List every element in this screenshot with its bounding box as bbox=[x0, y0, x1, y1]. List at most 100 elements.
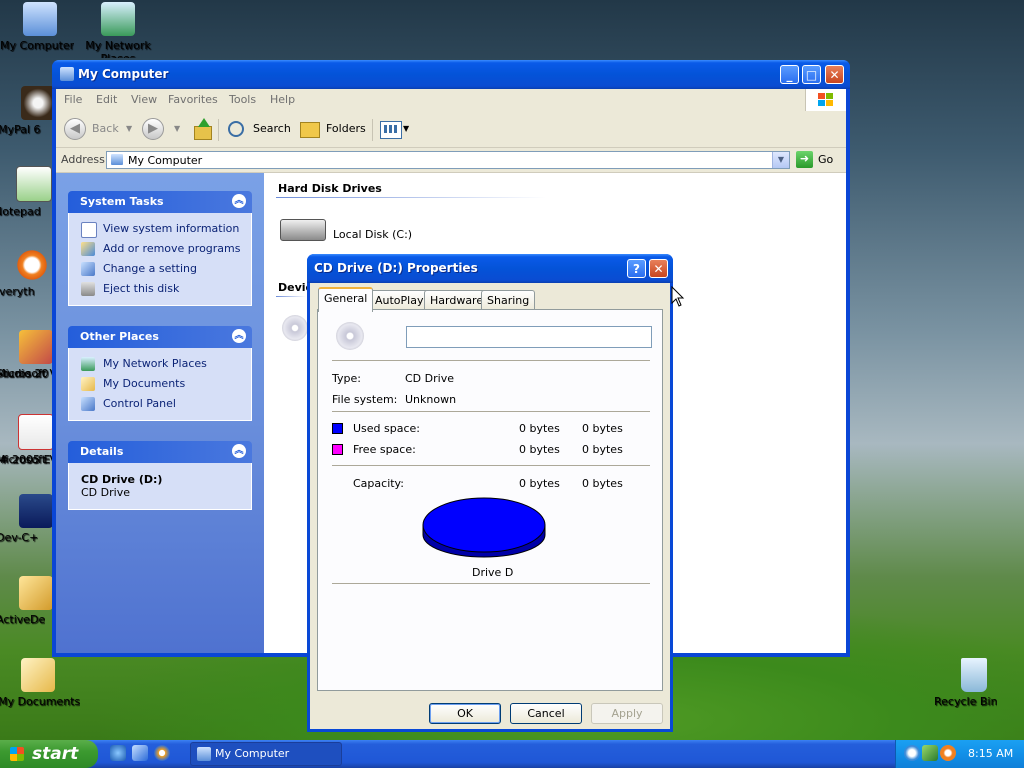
cd-drive-properties-dialog: CD Drive (D:) Properties ? ✕ General Aut… bbox=[307, 254, 673, 732]
network-places-icon bbox=[81, 357, 95, 371]
place-my-network-places[interactable]: My Network Places bbox=[69, 354, 251, 374]
desktop-icon-my-documents[interactable]: My Documents bbox=[0, 658, 80, 708]
internet-explorer-icon[interactable] bbox=[110, 745, 126, 761]
start-label: start bbox=[32, 744, 79, 764]
system-info-icon bbox=[81, 222, 97, 238]
tab-hardware[interactable]: Hardware bbox=[424, 290, 490, 310]
local-disk-c[interactable] bbox=[280, 219, 326, 241]
back-arrow-icon[interactable]: ◀ bbox=[64, 118, 86, 140]
control-panel-icon bbox=[81, 262, 95, 276]
task-eject-disk[interactable]: Eject this disk bbox=[69, 279, 251, 299]
windows-logo-icon bbox=[805, 89, 846, 111]
help-button[interactable]: ? bbox=[627, 259, 646, 278]
separator bbox=[332, 360, 650, 361]
system-tasks-header[interactable]: System Tasks ︽ bbox=[68, 191, 252, 213]
task-view-system-info[interactable]: View system information bbox=[69, 219, 251, 239]
desktop-icon-network-places[interactable]: My Network Places bbox=[78, 2, 158, 58]
forward-arrow-icon[interactable]: ▶ bbox=[142, 118, 164, 140]
toolbar-divider bbox=[372, 119, 373, 141]
mypal-icon bbox=[21, 86, 55, 120]
taskbar-item-my-computer[interactable]: My Computer bbox=[190, 742, 342, 766]
file-system-value: Unknown bbox=[405, 393, 457, 406]
network-tray-icon[interactable] bbox=[922, 745, 938, 761]
mouse-cursor-icon bbox=[671, 286, 685, 307]
used-space-swatch bbox=[332, 423, 343, 434]
close-button[interactable]: ✕ bbox=[825, 65, 844, 84]
disk-usage-pie bbox=[422, 497, 546, 558]
devcpp-icon bbox=[19, 494, 53, 528]
dialog-title: CD Drive (D:) Properties bbox=[314, 261, 478, 275]
desktop-icon-recycle-bin[interactable]: Recycle Bin bbox=[934, 658, 1014, 708]
cd-drive-icon bbox=[336, 322, 364, 350]
outlook-express-icon[interactable] bbox=[132, 745, 148, 761]
task-change-setting[interactable]: Change a setting bbox=[69, 259, 251, 279]
address-bar: Address My Computer ▼ ➜ Go bbox=[56, 148, 846, 173]
free-space-bytes: 0 bytes bbox=[519, 443, 560, 456]
collapse-chevron-icon[interactable]: ︽ bbox=[232, 329, 246, 343]
menu-favorites[interactable]: Favorites bbox=[168, 93, 218, 106]
standard-toolbar: ◀ Back ▼ ▶ ▼ Search Folders ▼ bbox=[56, 111, 846, 148]
media-player-icon[interactable] bbox=[154, 745, 170, 761]
eject-icon bbox=[81, 282, 95, 296]
menu-tools[interactable]: Tools bbox=[229, 93, 256, 106]
local-disk-label[interactable]: Local Disk (C:) bbox=[333, 228, 412, 241]
other-places-header[interactable]: Other Places ︽ bbox=[68, 326, 252, 348]
desktop-icon-my-computer[interactable]: My Computer bbox=[0, 2, 80, 52]
address-input[interactable]: My Computer ▼ bbox=[106, 151, 790, 169]
collapse-chevron-icon[interactable]: ︽ bbox=[232, 444, 246, 458]
clock[interactable]: 8:15 AM bbox=[968, 747, 1013, 760]
cd-drive-icon[interactable] bbox=[282, 315, 308, 341]
other-places-body: My Network Places My Documents Control P… bbox=[68, 348, 252, 421]
taskbar: start My Computer 8:15 AM bbox=[0, 740, 1024, 768]
collapse-chevron-icon[interactable]: ︽ bbox=[232, 194, 246, 208]
search-button[interactable]: Search bbox=[253, 119, 291, 139]
start-button[interactable]: start bbox=[0, 740, 98, 768]
back-dropdown-icon[interactable]: ▼ bbox=[126, 119, 132, 139]
forward-dropdown-icon[interactable]: ▼ bbox=[174, 119, 180, 139]
back-button[interactable]: Back bbox=[92, 119, 119, 139]
minimize-button[interactable]: _ bbox=[780, 65, 799, 84]
apply-button[interactable]: Apply bbox=[591, 703, 663, 724]
dialog-close-button[interactable]: ✕ bbox=[649, 259, 668, 278]
maximize-button[interactable]: □ bbox=[802, 65, 821, 84]
explorer-titlebar[interactable]: My Computer _ □ ✕ bbox=[52, 60, 850, 89]
menu-help[interactable]: Help bbox=[270, 93, 295, 106]
ok-button[interactable]: OK bbox=[429, 703, 501, 724]
everything-icon bbox=[15, 248, 49, 282]
address-label: Address bbox=[61, 153, 105, 166]
details-type: CD Drive bbox=[81, 486, 130, 499]
my-documents-icon bbox=[81, 377, 95, 391]
folders-button[interactable]: Folders bbox=[326, 119, 366, 139]
tab-general[interactable]: General bbox=[318, 287, 374, 312]
views-icon[interactable] bbox=[380, 121, 402, 139]
views-dropdown-icon[interactable]: ▼ bbox=[403, 119, 409, 139]
dialog-titlebar[interactable]: CD Drive (D:) Properties ? ✕ bbox=[307, 254, 673, 283]
menu-file[interactable]: File bbox=[64, 93, 82, 106]
system-tray: 8:15 AM bbox=[895, 740, 1024, 768]
details-header[interactable]: Details ︽ bbox=[68, 441, 252, 463]
task-add-remove-programs[interactable]: Add or remove programs bbox=[69, 239, 251, 259]
toolbar-divider bbox=[218, 119, 219, 141]
tab-autoplay[interactable]: AutoPlay bbox=[369, 290, 430, 310]
qb-tray-icon[interactable] bbox=[904, 745, 920, 761]
add-remove-icon bbox=[81, 242, 95, 256]
go-button[interactable]: Go bbox=[818, 153, 833, 166]
tab-sharing[interactable]: Sharing bbox=[481, 290, 536, 310]
menu-view[interactable]: View bbox=[131, 93, 157, 106]
windows-logo-icon bbox=[10, 747, 24, 761]
my-computer-icon bbox=[197, 747, 211, 761]
hard-disk-icon bbox=[280, 219, 326, 241]
cancel-button[interactable]: Cancel bbox=[510, 703, 582, 724]
drive-name-input[interactable] bbox=[406, 326, 652, 348]
address-dropdown-icon[interactable]: ▼ bbox=[772, 152, 789, 168]
used-space-size: 0 bytes bbox=[582, 422, 623, 435]
menu-edit[interactable]: Edit bbox=[96, 93, 117, 106]
search-tray-icon[interactable] bbox=[940, 745, 956, 761]
network-places-icon bbox=[101, 2, 135, 36]
used-space-bytes: 0 bytes bbox=[519, 422, 560, 435]
up-folder-icon[interactable] bbox=[192, 118, 212, 140]
place-my-documents[interactable]: My Documents bbox=[69, 374, 251, 394]
place-control-panel[interactable]: Control Panel bbox=[69, 394, 251, 414]
details-name: CD Drive (D:) bbox=[81, 473, 163, 486]
go-arrow-icon[interactable]: ➜ bbox=[796, 151, 813, 168]
